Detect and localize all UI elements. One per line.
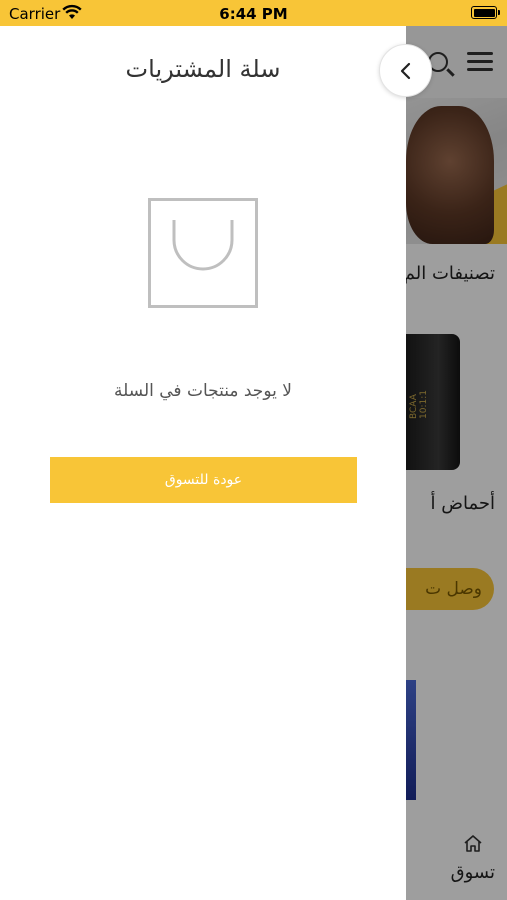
empty-cart-message: لا يوجد منتجات في السلة	[114, 381, 292, 401]
shopping-bag-icon	[148, 198, 258, 308]
chevron-left-icon	[400, 62, 411, 80]
drawer-title: سلة المشتريات	[125, 55, 281, 83]
drawer-overlay[interactable]	[406, 26, 507, 900]
battery-icon	[471, 6, 500, 19]
cart-drawer: سلة المشتريات لا يوجد منتجات في السلة عو…	[0, 26, 406, 900]
status-bar: Carrier 6:44 PM	[0, 0, 507, 26]
status-time: 6:44 PM	[219, 5, 288, 23]
close-drawer-button[interactable]	[379, 44, 432, 97]
continue-shopping-button[interactable]: عودة للتسوق	[50, 457, 357, 503]
